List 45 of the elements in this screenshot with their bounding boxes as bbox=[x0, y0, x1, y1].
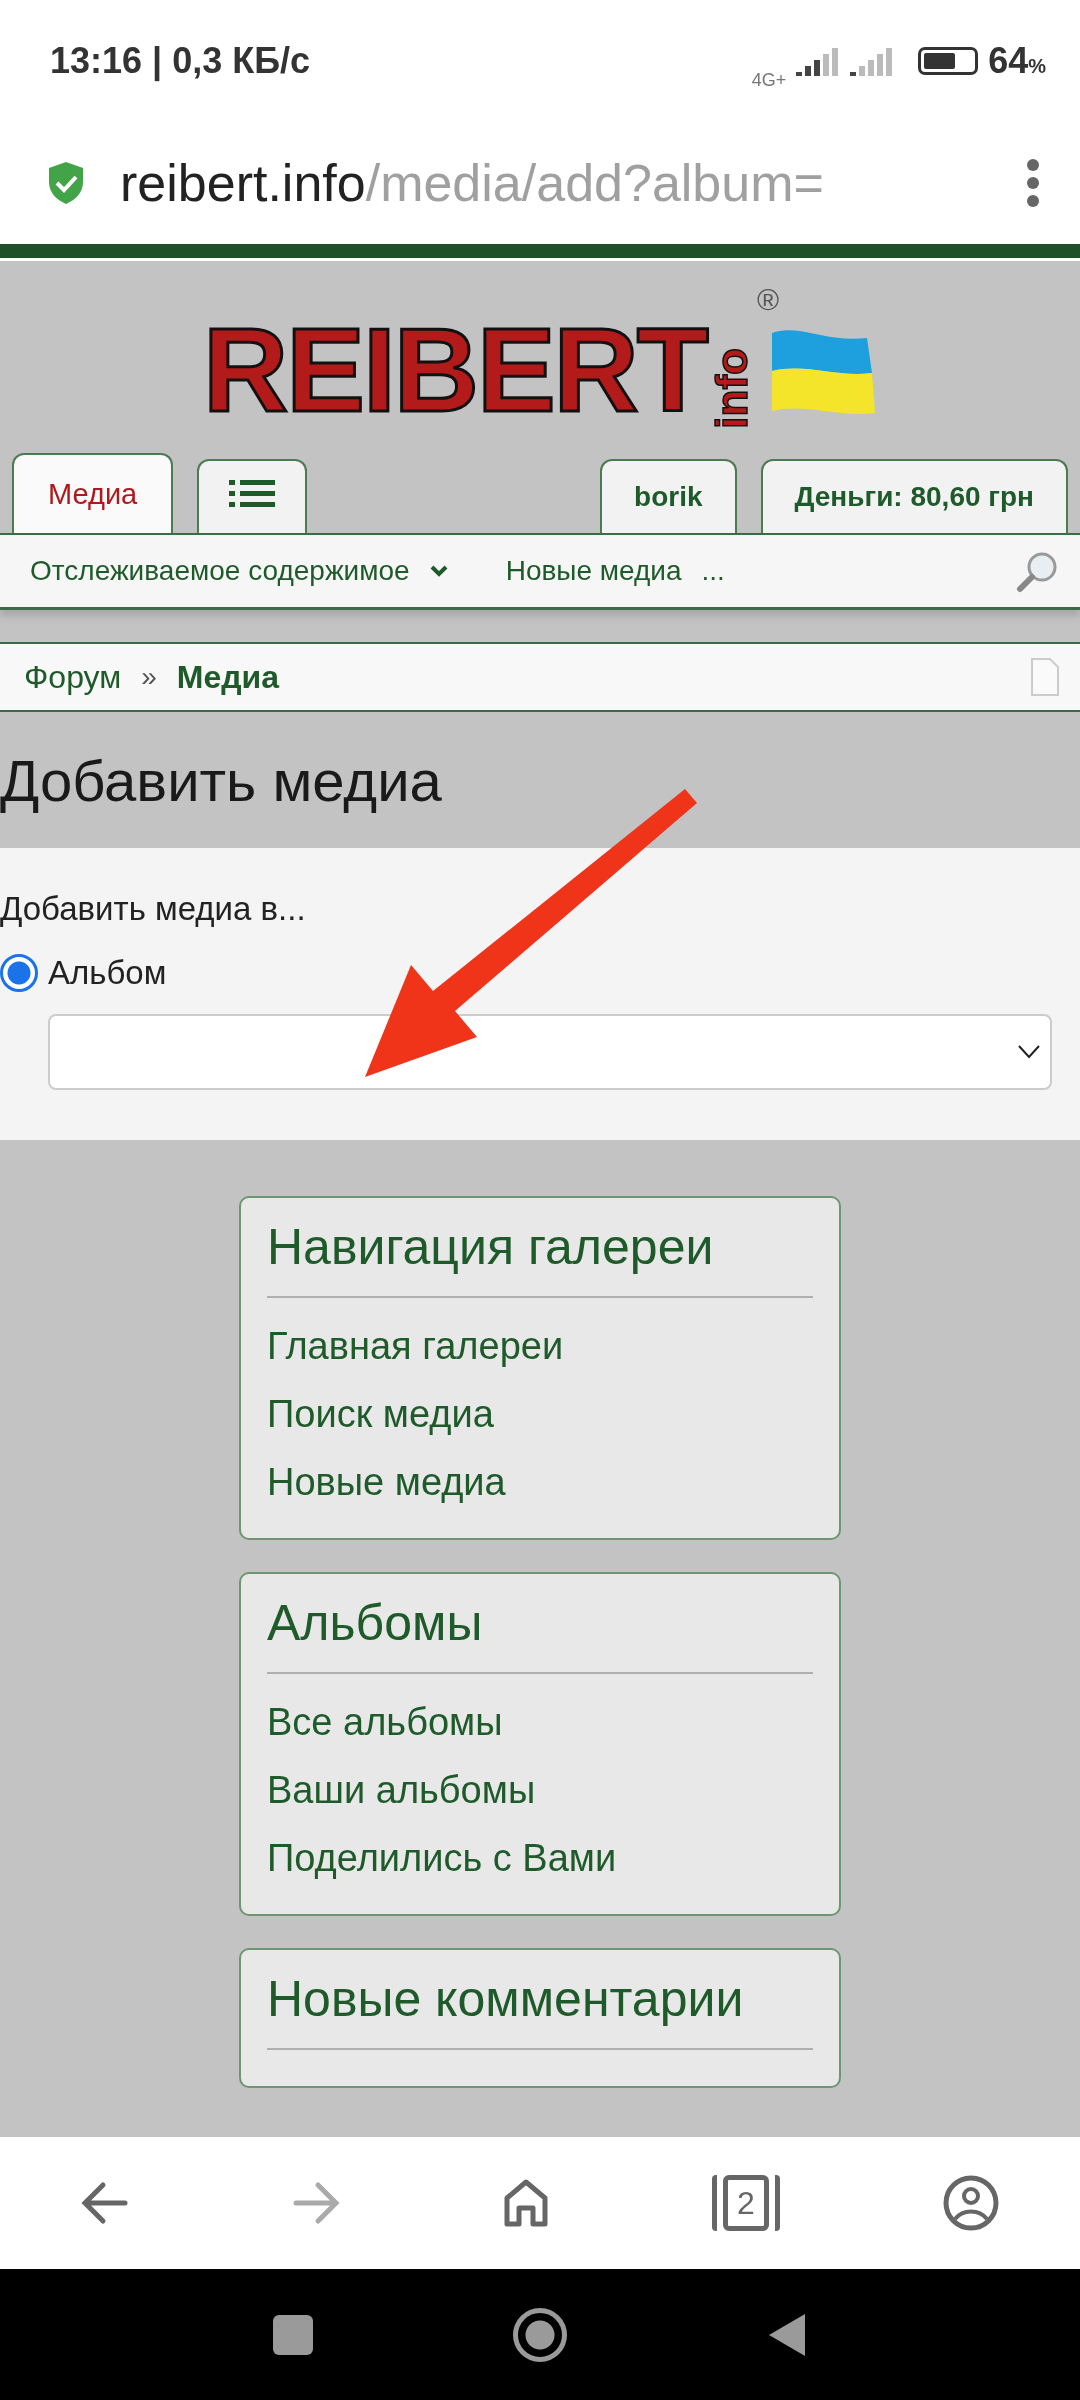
subnav-link[interactable]: Новые медиа bbox=[505, 555, 682, 587]
card-link[interactable]: Ваши альбомы bbox=[267, 1756, 813, 1824]
logo-text[interactable]: REIBERT bbox=[203, 311, 707, 429]
subnav-link[interactable]: Отслеживаемое содержимое bbox=[30, 555, 448, 587]
card-link[interactable]: Главная галереи bbox=[267, 1312, 813, 1380]
subnav-link[interactable]: ... bbox=[701, 555, 725, 587]
form-label: Добавить медиа в... bbox=[0, 890, 307, 928]
home-icon[interactable] bbox=[503, 2178, 549, 2228]
more-icon[interactable] bbox=[1026, 158, 1040, 208]
status-time: 13:16 | 0,3 КБ/с bbox=[50, 40, 311, 82]
network-type: 4G+ bbox=[751, 69, 787, 91]
battery-icon bbox=[918, 47, 979, 75]
recents-button[interactable] bbox=[273, 2314, 313, 2355]
account-tab[interactable]: borik bbox=[600, 459, 737, 533]
registered-mark: ® bbox=[756, 283, 779, 317]
card-title: Альбомы bbox=[267, 1594, 813, 1674]
breadcrumb-link[interactable]: Медиа bbox=[176, 658, 279, 696]
back-icon[interactable] bbox=[81, 2181, 130, 2225]
list-icon bbox=[229, 478, 276, 509]
radio-label[interactable]: Альбом bbox=[48, 954, 167, 992]
logo-suffix: info bbox=[706, 348, 757, 429]
account-icon[interactable] bbox=[942, 2175, 999, 2231]
chevron-down-icon bbox=[1018, 1045, 1040, 1059]
shield-icon bbox=[46, 160, 86, 206]
breadcrumb-link[interactable]: Форум bbox=[24, 658, 122, 696]
chevron-down-icon bbox=[429, 565, 448, 577]
card-link[interactable]: Поделились с Вами bbox=[267, 1824, 813, 1892]
album-select[interactable] bbox=[48, 1014, 1052, 1090]
signal-icon bbox=[796, 46, 841, 76]
card-link[interactable]: Поиск медиа bbox=[267, 1380, 813, 1448]
card-title: Навигация галереи bbox=[267, 1218, 813, 1298]
nav-tab[interactable]: Медиа bbox=[12, 453, 174, 533]
card-link[interactable]: Новые медиа bbox=[267, 1448, 813, 1516]
card-link[interactable]: Все альбомы bbox=[267, 1688, 813, 1756]
signal-icon bbox=[850, 46, 895, 76]
radio-button[interactable] bbox=[0, 954, 38, 992]
back-button[interactable] bbox=[767, 2311, 807, 2358]
home-button[interactable] bbox=[513, 2307, 567, 2362]
page-title: Добавить медиа bbox=[0, 746, 443, 815]
card-title: Новые комментарии bbox=[267, 1970, 813, 2050]
breadcrumb-separator: » bbox=[141, 661, 157, 693]
battery-percent: 64% bbox=[988, 40, 1046, 82]
menu-tab[interactable] bbox=[197, 459, 308, 533]
url-text[interactable]: reibert.info/media/add?album= bbox=[120, 153, 992, 213]
account-tab[interactable]: Деньги: 80,60 грн bbox=[760, 459, 1068, 533]
